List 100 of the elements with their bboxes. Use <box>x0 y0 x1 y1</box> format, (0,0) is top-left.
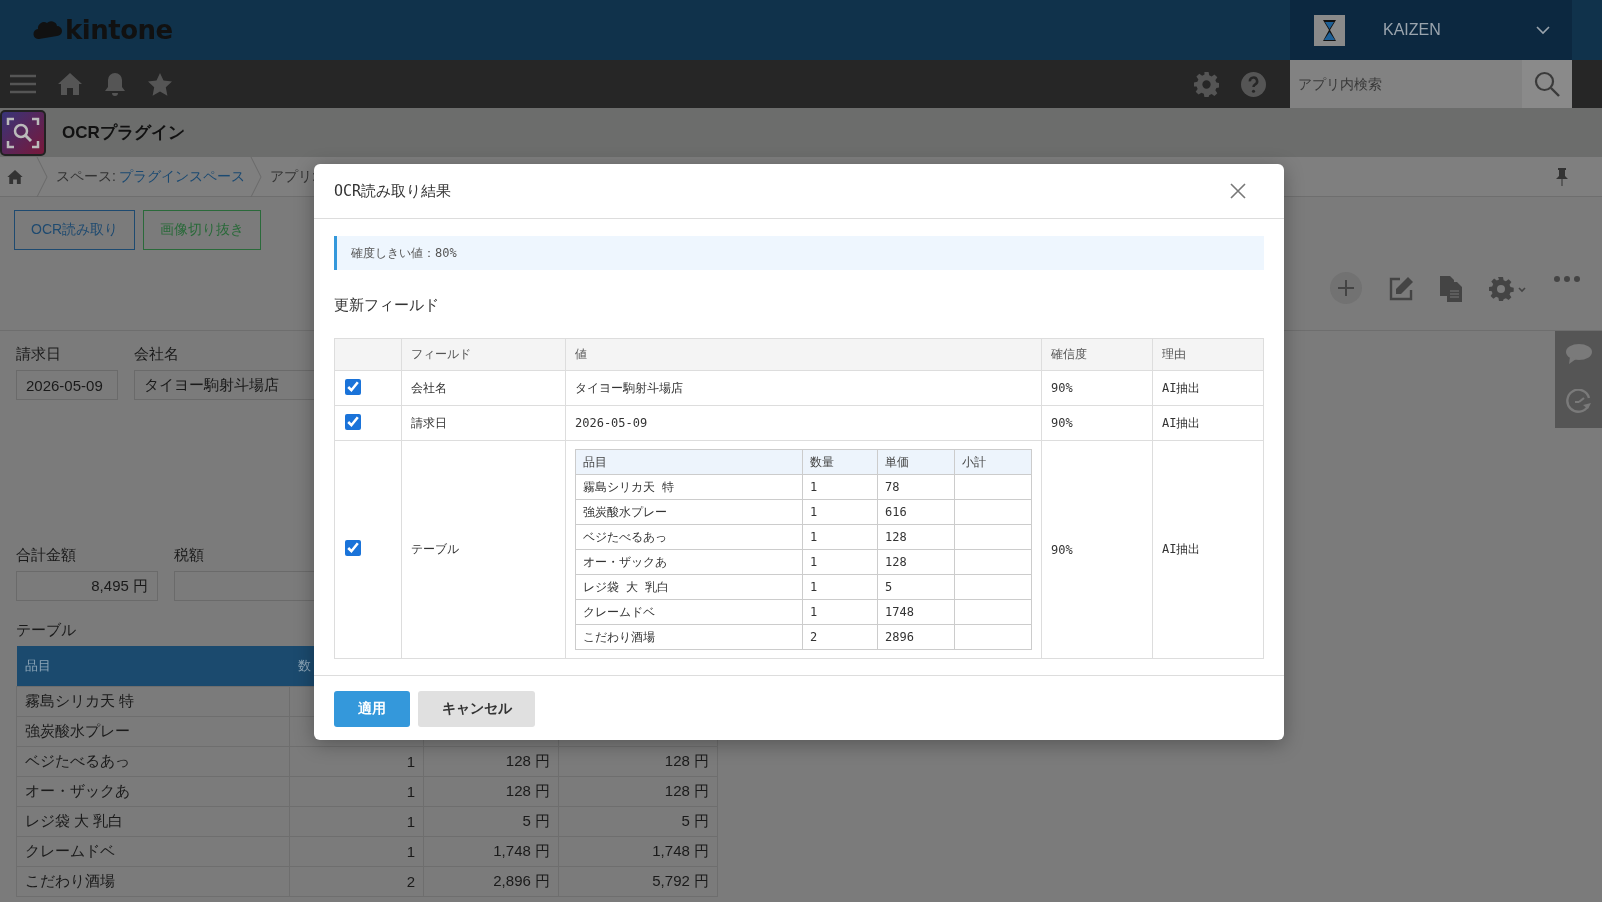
table-cell: 128 円 <box>558 776 718 807</box>
table-cell: レジ袋 大 乳白 <box>575 574 803 600</box>
menu-icon[interactable] <box>10 74 36 94</box>
settings-icon[interactable] <box>1194 71 1219 97</box>
home-icon[interactable] <box>58 73 82 95</box>
table-cell: 128 円 <box>423 746 559 777</box>
user-menu[interactable]: KAIZEN <box>1290 0 1572 60</box>
table-cell: 1 <box>802 574 878 600</box>
checkbox[interactable] <box>345 413 361 430</box>
table-cell: 128 <box>877 549 955 575</box>
table-cell: 霧島シリカ天 特 <box>16 686 290 717</box>
settings-icon[interactable] <box>1488 276 1528 302</box>
table-cell: クレームドベ <box>575 599 803 625</box>
table-cell: 128 円 <box>423 776 559 807</box>
cancel-button[interactable]: キャンセル <box>418 691 535 727</box>
table-cell: 1 <box>289 776 424 807</box>
search-field[interactable]: アプリ内検索 <box>1290 60 1522 108</box>
apply-button[interactable]: 適用 <box>334 691 410 727</box>
logo-text[interactable]: kintone <box>65 15 173 45</box>
table-cell: クレームドベ <box>16 836 290 867</box>
field-label: 合計金額 <box>16 546 76 565</box>
table-cell: ベジたべるあっ <box>575 524 803 550</box>
table-cell: こだわり酒場 <box>575 624 803 650</box>
column-header: 値 <box>565 338 1042 371</box>
table-cell: 1 <box>802 474 878 500</box>
table-cell: AI抽出 <box>1152 370 1264 406</box>
close-button[interactable] <box>1230 183 1246 199</box>
table-cell: 会社名 <box>401 370 566 406</box>
table-cell: 616 <box>877 499 955 525</box>
table-cell: 2 <box>802 624 878 650</box>
table-cell: 90% <box>1041 405 1153 441</box>
table-cell: 90% <box>1041 370 1153 406</box>
table-cell: 5 <box>877 574 955 600</box>
table-cell: 128 円 <box>558 746 718 777</box>
toolbar-button[interactable]: 画像切り抜き <box>143 210 262 250</box>
table-cell: 5 円 <box>558 806 718 837</box>
table-cell: 90% <box>1041 440 1153 659</box>
table-cell: 78 <box>877 474 955 500</box>
field-label: 会社名 <box>134 345 179 364</box>
table-cell: 強炭酸水プレー <box>575 499 803 525</box>
table-cell: オー・ザックあ <box>16 776 290 807</box>
help-icon[interactable] <box>1241 71 1266 97</box>
checkbox[interactable] <box>345 378 361 395</box>
document-icon[interactable] <box>1440 276 1462 302</box>
field-label: 請求日 <box>16 345 61 364</box>
field-value: 8,495 円 <box>16 571 158 601</box>
column-header: 品目 <box>16 646 290 687</box>
table-cell: 1 <box>289 746 424 777</box>
table-cell: 1,748 円 <box>558 836 718 867</box>
history-icon[interactable] <box>1565 389 1592 416</box>
section-title: 更新フィールド <box>334 296 440 315</box>
checkbox[interactable] <box>345 540 361 556</box>
field-label: 税額 <box>174 546 204 565</box>
plus-icon[interactable] <box>1330 272 1362 304</box>
breadcrumb-link[interactable]: プラグインスペース <box>118 167 245 186</box>
table-cell: 1748 <box>877 599 955 625</box>
table-cell: 1 <box>802 599 878 625</box>
table-cell: 1 <box>289 836 424 867</box>
edit-icon[interactable] <box>1388 276 1414 302</box>
table-cell: 1 <box>289 806 424 837</box>
table-cell: オー・ザックあ <box>575 549 803 575</box>
pin-icon[interactable] <box>1556 167 1568 186</box>
more-icon[interactable] <box>1554 276 1580 282</box>
table-cell: テーブル <box>401 440 566 659</box>
comment-icon[interactable] <box>1565 343 1592 364</box>
chevron-down-icon <box>1536 25 1550 35</box>
table-cell: こだわり酒場 <box>16 866 290 897</box>
table-cell: レジ袋 大 乳白 <box>16 806 290 837</box>
hourglass-icon <box>1314 14 1345 46</box>
bell-icon[interactable] <box>104 72 126 96</box>
table-cell: 強炭酸水プレー <box>16 716 290 747</box>
breadcrumb-label: アプリ: <box>269 167 316 186</box>
table-label: テーブル <box>16 621 76 640</box>
breadcrumb-label: スペース: <box>56 167 116 186</box>
star-icon[interactable] <box>148 72 172 96</box>
column-header: フィールド <box>401 338 566 371</box>
table-cell: 請求日 <box>401 405 566 441</box>
table-cell: 1 <box>802 549 878 575</box>
search-button[interactable] <box>1522 60 1572 108</box>
column-header: 単価 <box>877 449 955 475</box>
column-header: 理由 <box>1152 338 1264 371</box>
table-cell: 2896 <box>877 624 955 650</box>
table-cell: 2,896 円 <box>423 866 559 897</box>
table-cell: 2026-05-09 <box>565 405 1042 441</box>
table-cell: AI抽出 <box>1152 405 1264 441</box>
table-cell: 1 <box>802 524 878 550</box>
table-cell: 5 円 <box>423 806 559 837</box>
table-cell: タイヨー駒射斗場店 <box>565 370 1042 406</box>
table-cell: AI抽出 <box>1152 440 1264 659</box>
dialog-title: OCR読み取り結果 <box>334 181 453 201</box>
toolbar-button[interactable]: OCR読み取り <box>14 210 136 250</box>
home-icon[interactable] <box>7 169 23 184</box>
table-cell: 128 <box>877 524 955 550</box>
app-title: OCRプラグイン <box>62 122 185 144</box>
search-icon <box>1534 71 1560 97</box>
field-value: 2026-05-09 <box>16 370 118 400</box>
table-cell: 1 <box>802 499 878 525</box>
table-cell: 5,792 円 <box>558 866 718 897</box>
table-cell: 霧島シリカ天 特 <box>575 474 803 500</box>
app-icon <box>0 109 46 156</box>
